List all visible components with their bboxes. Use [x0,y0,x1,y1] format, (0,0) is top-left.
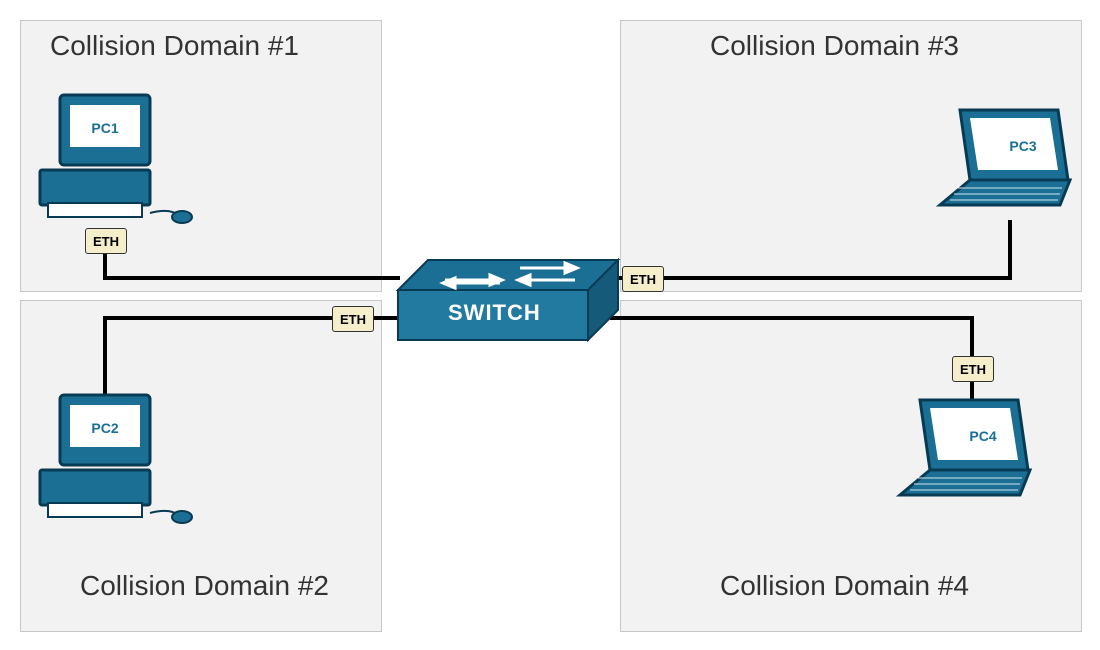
pc4-label: PC4 [958,428,1008,444]
pc4-icon [0,0,1100,650]
